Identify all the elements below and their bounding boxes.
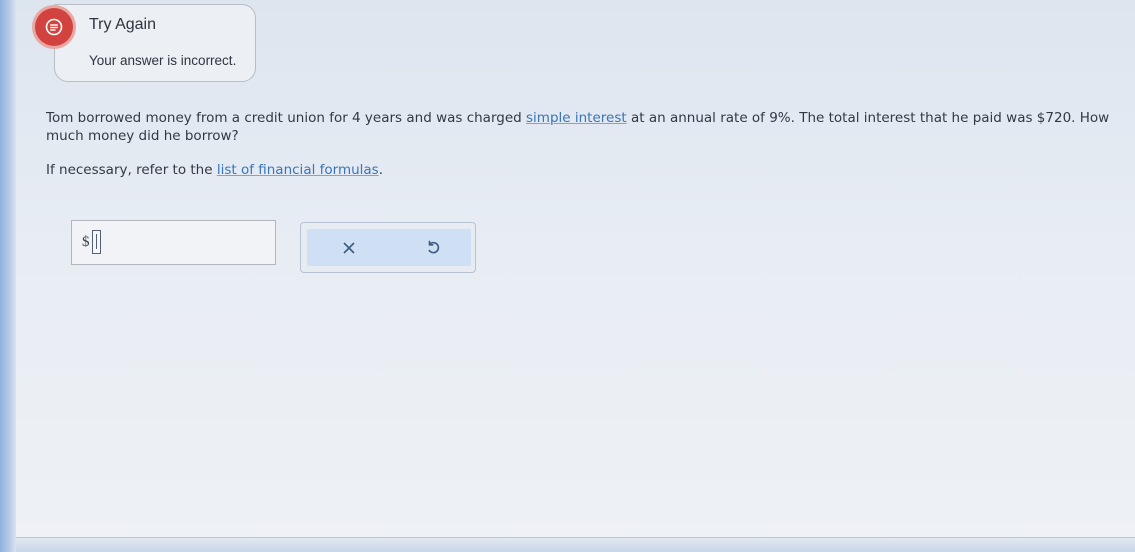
undo-button[interactable] <box>424 238 442 256</box>
answer-entry-box[interactable] <box>92 230 101 254</box>
question-part1: Tom borrowed money from a credit union f… <box>46 110 527 126</box>
financial-formulas-link[interactable]: list of financial formulas <box>217 162 379 178</box>
alert-icon <box>35 8 73 46</box>
currency-symbol: $ <box>82 234 90 250</box>
simple-interest-link[interactable]: simple interest <box>526 110 627 126</box>
refer-text: If necessary, refer to the list of finan… <box>46 162 383 178</box>
bottom-edge <box>16 537 1135 552</box>
answer-input[interactable]: $ <box>71 220 276 265</box>
action-panel <box>300 222 476 273</box>
refer-prefix: If necessary, refer to the <box>46 162 217 178</box>
clear-button[interactable] <box>340 239 358 257</box>
undo-icon <box>428 240 440 254</box>
message-icon <box>45 18 63 36</box>
feedback-title: Try Again <box>89 16 156 33</box>
feedback-message: Your answer is incorrect. <box>89 53 237 68</box>
question-text: Tom borrowed money from a credit union f… <box>46 109 1121 145</box>
left-edge <box>0 0 16 552</box>
refer-suffix: . <box>378 162 384 178</box>
text-cursor <box>96 234 97 249</box>
x-icon <box>343 242 355 254</box>
action-panel-inner <box>307 229 471 266</box>
